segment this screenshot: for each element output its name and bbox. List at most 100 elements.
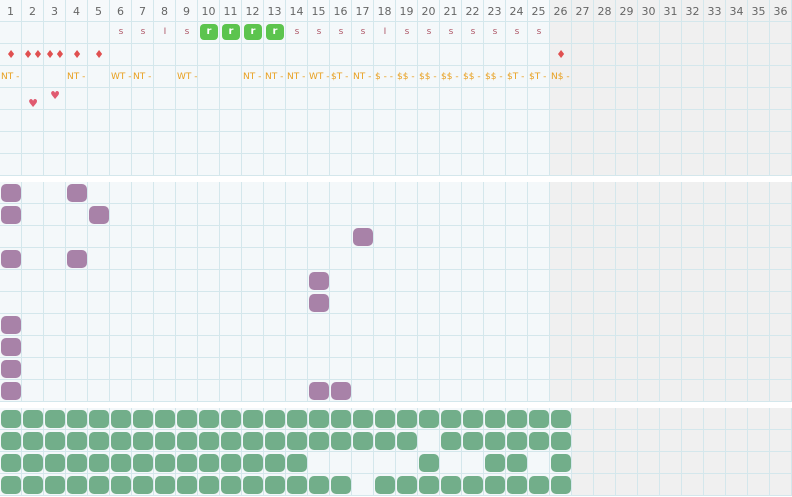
green-block[interactable] (177, 454, 197, 472)
grid-cell[interactable] (704, 88, 726, 110)
grid-cell[interactable] (396, 44, 418, 66)
green-block[interactable] (199, 476, 219, 494)
grid-cell[interactable] (770, 182, 792, 204)
grid-cell[interactable] (616, 182, 638, 204)
grid-cell[interactable] (572, 88, 594, 110)
grid-cell[interactable] (440, 248, 462, 270)
grid-cell[interactable] (396, 248, 418, 270)
grid-cell[interactable] (770, 408, 792, 430)
green-block[interactable] (309, 432, 329, 450)
grid-cell[interactable] (594, 452, 616, 474)
grid-cell[interactable] (440, 358, 462, 380)
green-block[interactable] (529, 476, 549, 494)
green-block[interactable] (485, 454, 505, 472)
grid-cell[interactable] (242, 204, 264, 226)
grid-cell[interactable] (176, 110, 198, 132)
grid-cell[interactable] (682, 408, 704, 430)
green-block[interactable] (265, 476, 285, 494)
grid-cell[interactable] (132, 88, 154, 110)
green-block[interactable] (155, 476, 175, 494)
green-block[interactable] (133, 454, 153, 472)
grid-cell[interactable] (66, 204, 88, 226)
grid-cell[interactable] (198, 336, 220, 358)
grid-cell[interactable] (374, 204, 396, 226)
grid-cell[interactable] (616, 226, 638, 248)
grid-cell[interactable] (220, 314, 242, 336)
grid-cell[interactable] (726, 204, 748, 226)
grid-cell[interactable] (484, 204, 506, 226)
grid-cell[interactable] (550, 292, 572, 314)
green-block[interactable] (507, 454, 527, 472)
grid-cell[interactable] (220, 292, 242, 314)
green-block[interactable] (111, 410, 131, 428)
grid-cell[interactable] (682, 452, 704, 474)
green-block[interactable] (551, 454, 571, 472)
green-block[interactable] (485, 410, 505, 428)
grid-cell[interactable] (308, 132, 330, 154)
grid-cell[interactable] (220, 270, 242, 292)
grid-cell[interactable] (0, 292, 22, 314)
green-block[interactable] (89, 410, 109, 428)
grid-cell[interactable] (88, 22, 110, 44)
green-block[interactable] (419, 476, 439, 494)
grid-cell[interactable] (176, 248, 198, 270)
grid-cell[interactable] (506, 270, 528, 292)
grid-cell[interactable] (594, 270, 616, 292)
grid-cell[interactable] (418, 88, 440, 110)
grid-cell[interactable] (638, 22, 660, 44)
green-block[interactable] (397, 432, 417, 450)
grid-cell[interactable] (154, 248, 176, 270)
grid-cell[interactable] (748, 430, 770, 452)
grid-cell[interactable] (22, 226, 44, 248)
grid-cell[interactable] (352, 248, 374, 270)
purple-block[interactable] (1, 206, 21, 224)
grid-cell[interactable] (396, 132, 418, 154)
grid-cell[interactable] (396, 314, 418, 336)
grid-cell[interactable] (594, 88, 616, 110)
grid-cell[interactable] (528, 204, 550, 226)
grid-cell[interactable] (154, 336, 176, 358)
grid-cell[interactable] (220, 110, 242, 132)
grid-cell[interactable] (506, 182, 528, 204)
grid-cell[interactable] (352, 132, 374, 154)
grid-cell[interactable] (638, 204, 660, 226)
grid-cell[interactable] (176, 292, 198, 314)
grid-cell[interactable] (704, 154, 726, 176)
grid-cell[interactable] (440, 452, 462, 474)
grid-cell[interactable] (132, 292, 154, 314)
grid-cell[interactable] (616, 88, 638, 110)
grid-cell[interactable] (572, 452, 594, 474)
grid-cell[interactable] (88, 270, 110, 292)
grid-cell[interactable] (550, 88, 572, 110)
grid-cell[interactable] (594, 358, 616, 380)
column-header-20[interactable]: 20 (418, 0, 440, 22)
grid-cell[interactable] (308, 358, 330, 380)
grid-cell[interactable] (638, 110, 660, 132)
grid-cell[interactable] (462, 154, 484, 176)
grid-cell[interactable] (132, 44, 154, 66)
column-header-11[interactable]: 11 (220, 0, 242, 22)
grid-cell[interactable] (330, 88, 352, 110)
grid-cell[interactable] (726, 132, 748, 154)
grid-cell[interactable] (484, 292, 506, 314)
grid-cell[interactable] (638, 66, 660, 88)
green-block[interactable] (441, 476, 461, 494)
grid-cell[interactable] (396, 452, 418, 474)
grid-cell[interactable] (638, 154, 660, 176)
grid-cell[interactable] (110, 226, 132, 248)
grid-cell[interactable] (110, 248, 132, 270)
grid-cell[interactable] (462, 292, 484, 314)
grid-cell[interactable] (418, 132, 440, 154)
grid-cell[interactable] (286, 182, 308, 204)
grid-cell[interactable] (352, 154, 374, 176)
grid-cell[interactable] (66, 380, 88, 402)
grid-cell[interactable] (440, 132, 462, 154)
grid-cell[interactable] (176, 204, 198, 226)
grid-cell[interactable] (242, 226, 264, 248)
grid-cell[interactable] (330, 110, 352, 132)
column-header-19[interactable]: 19 (396, 0, 418, 22)
grid-cell[interactable] (506, 292, 528, 314)
green-block[interactable] (243, 476, 263, 494)
grid-cell[interactable] (264, 336, 286, 358)
grid-cell[interactable] (88, 132, 110, 154)
